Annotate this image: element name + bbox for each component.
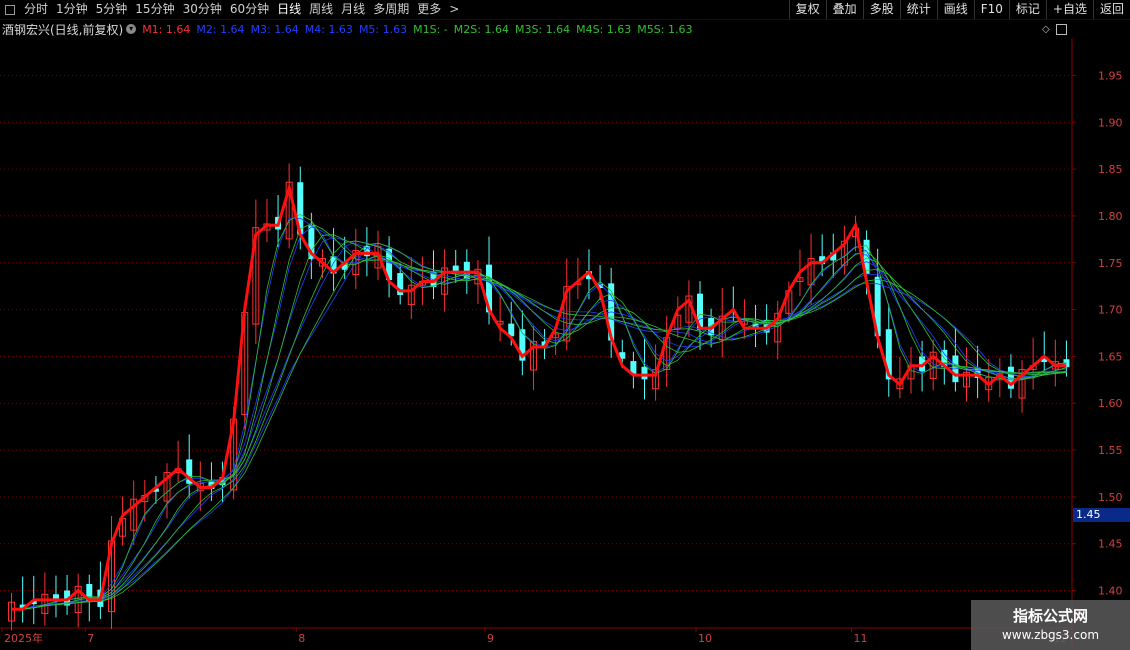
date-label: 2025年 xyxy=(4,631,43,645)
ma-green-line xyxy=(11,234,1067,610)
candlestick-chart[interactable]: 1.95 1.90 1.85 1.80 1.75 1.70 1.65 1.60 1.55 1.50… xyxy=(0,0,1130,650)
ma-blue-line xyxy=(11,226,1067,610)
date-label: 7 xyxy=(87,632,94,645)
ma-green-line xyxy=(11,242,1067,610)
date-label: 9 xyxy=(487,632,494,645)
price-tick-label: 1.95 xyxy=(1098,69,1123,82)
ma-green-line xyxy=(11,240,1067,610)
price-tick-label: 1.70 xyxy=(1098,304,1123,317)
ma-green-line xyxy=(11,222,1067,610)
date-label: 10 xyxy=(698,632,712,645)
ma-blue-line xyxy=(11,236,1067,610)
price-tick-label: 1.45 xyxy=(1098,538,1123,551)
current-price-tag: 1.45 xyxy=(1073,508,1130,522)
ma-blue-line xyxy=(11,242,1067,610)
ma-blue-line xyxy=(11,240,1067,610)
price-tick-label: 1.40 xyxy=(1098,585,1123,598)
ma-main-line xyxy=(11,181,1067,611)
price-tick-label: 1.60 xyxy=(1098,397,1123,410)
date-label: 8 xyxy=(298,632,305,645)
price-tick-label: 1.85 xyxy=(1098,163,1123,176)
price-tick-label: 1.75 xyxy=(1098,257,1123,270)
ma-blue-line xyxy=(11,217,1067,610)
date-label: 11 xyxy=(853,632,867,645)
price-tick-label: 1.80 xyxy=(1098,210,1123,223)
watermark: 指标公式网 www.zbgs3.com xyxy=(971,600,1130,650)
price-tick-label: 1.55 xyxy=(1098,444,1123,457)
price-tick-label: 1.65 xyxy=(1098,350,1123,363)
watermark-url: www.zbgs3.com xyxy=(1001,628,1100,642)
watermark-name: 指标公式网 xyxy=(1012,607,1088,625)
candle-body xyxy=(641,366,648,380)
price-tick-label: 1.50 xyxy=(1098,491,1123,504)
price-tick-label: 1.90 xyxy=(1098,116,1123,129)
